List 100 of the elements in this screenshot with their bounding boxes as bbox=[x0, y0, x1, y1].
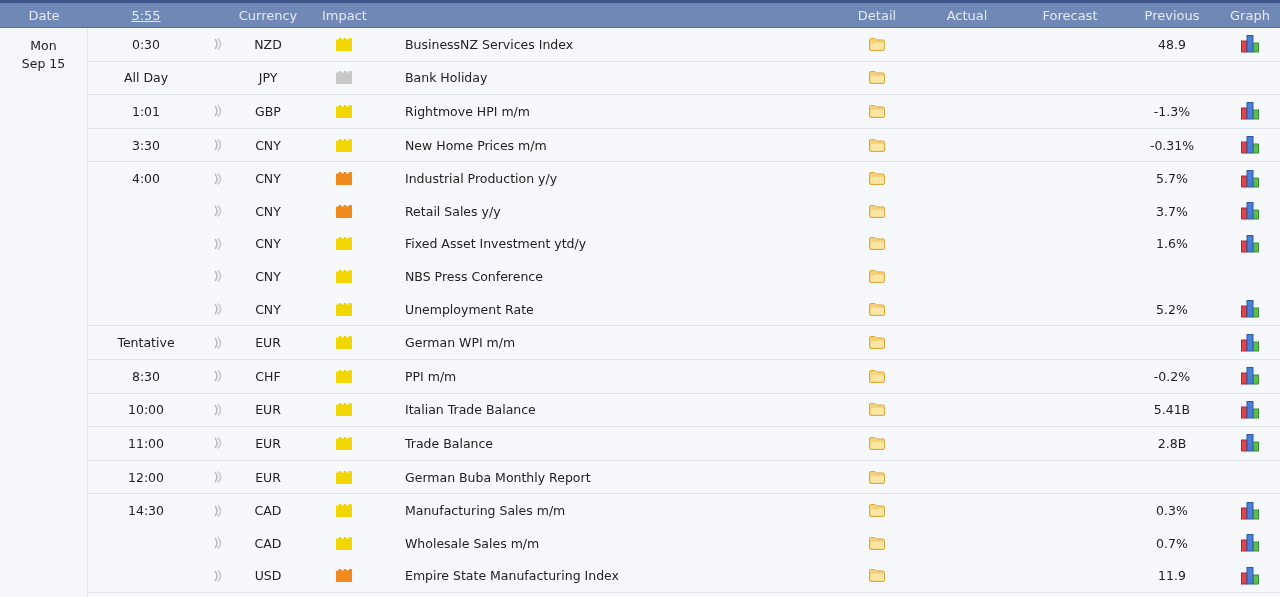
previous-value: 3.7% bbox=[1156, 203, 1188, 219]
event-time: 10:00 bbox=[128, 402, 164, 418]
currency-code: USD bbox=[254, 568, 282, 584]
previous-value: 0.3% bbox=[1156, 503, 1188, 519]
sound-icon[interactable] bbox=[213, 205, 223, 218]
event-title[interactable]: Manufacturing Sales m/m bbox=[405, 503, 566, 519]
folder-icon[interactable] bbox=[869, 71, 885, 85]
column-header: Detail bbox=[857, 7, 897, 23]
sound-icon[interactable] bbox=[213, 537, 223, 550]
event-title[interactable]: German Buba Monthly Report bbox=[405, 469, 591, 485]
event-title[interactable]: Empire State Manufacturing Index bbox=[405, 568, 619, 584]
folder-icon[interactable] bbox=[869, 436, 885, 450]
currency-code: CNY bbox=[255, 203, 281, 219]
currency-code: CNY bbox=[255, 301, 281, 317]
previous-value: -0.2% bbox=[1153, 368, 1191, 384]
event-title[interactable]: Wholesale Sales m/m bbox=[405, 535, 540, 551]
event-time: 4:00 bbox=[131, 171, 161, 187]
event-time: 11:00 bbox=[128, 435, 164, 451]
folder-icon[interactable] bbox=[869, 369, 885, 383]
column-header: Graph bbox=[1230, 7, 1270, 23]
folder-icon[interactable] bbox=[869, 403, 885, 417]
previous-value: 1.6% bbox=[1156, 236, 1188, 252]
folder-icon[interactable] bbox=[869, 204, 885, 218]
sound-icon[interactable] bbox=[213, 172, 223, 185]
bar-chart-icon[interactable] bbox=[1241, 566, 1259, 585]
folder-icon[interactable] bbox=[869, 237, 885, 251]
sound-icon[interactable] bbox=[213, 237, 223, 250]
sound-icon[interactable] bbox=[213, 569, 223, 582]
folder-icon[interactable] bbox=[869, 269, 885, 283]
folder-icon[interactable] bbox=[869, 105, 885, 118]
column-header: Previous bbox=[1144, 7, 1200, 23]
event-title[interactable]: PPI m/m bbox=[405, 368, 457, 384]
bar-chart-icon[interactable] bbox=[1241, 234, 1259, 253]
currency-code: JPY bbox=[258, 70, 278, 86]
bar-chart-icon[interactable] bbox=[1241, 434, 1259, 453]
bar-chart-icon[interactable] bbox=[1241, 501, 1259, 520]
sound-icon[interactable] bbox=[213, 370, 223, 383]
column-header: Actual bbox=[946, 7, 988, 23]
event-title[interactable]: Italian Trade Balance bbox=[405, 402, 536, 418]
sound-icon[interactable] bbox=[213, 336, 223, 349]
previous-value: -1.3% bbox=[1153, 104, 1191, 119]
folder-icon[interactable] bbox=[869, 302, 885, 316]
folder-icon[interactable] bbox=[869, 336, 885, 350]
day-label: Mon bbox=[30, 37, 57, 55]
column-header: Date bbox=[28, 7, 60, 23]
bar-chart-icon[interactable] bbox=[1241, 333, 1259, 352]
event-title[interactable]: Industrial Production y/y bbox=[405, 171, 558, 187]
column-header: Forecast bbox=[1042, 7, 1098, 23]
previous-value: 11.9 bbox=[1158, 568, 1186, 584]
column-header: Impact bbox=[322, 7, 367, 23]
sound-icon[interactable] bbox=[213, 471, 223, 483]
currency-code: CNY bbox=[255, 268, 281, 284]
bar-chart-icon[interactable] bbox=[1241, 400, 1259, 419]
currency-code: NZD bbox=[254, 36, 282, 52]
date-label: Sep 15 bbox=[21, 55, 66, 73]
currency-code: CNY bbox=[255, 171, 281, 187]
event-time: 1:01 bbox=[131, 104, 161, 119]
event-time: All Day bbox=[123, 70, 169, 86]
currency-code: CHF bbox=[255, 368, 281, 384]
event-title[interactable]: Fixed Asset Investment ytd/y bbox=[405, 236, 587, 252]
bar-chart-icon[interactable] bbox=[1241, 136, 1259, 155]
event-title[interactable]: German WPI m/m bbox=[405, 335, 516, 351]
sound-icon[interactable] bbox=[213, 105, 223, 118]
event-title[interactable]: BusinessNZ Services Index bbox=[405, 36, 574, 52]
event-time: 3:30 bbox=[131, 137, 161, 153]
event-title[interactable]: Rightmove HPI m/m bbox=[405, 104, 530, 119]
folder-icon[interactable] bbox=[869, 37, 885, 51]
event-time: 14:30 bbox=[128, 503, 164, 519]
bar-chart-icon[interactable] bbox=[1241, 102, 1259, 121]
event-title[interactable]: New Home Prices m/m bbox=[405, 137, 547, 153]
sound-icon[interactable] bbox=[213, 303, 223, 316]
sound-icon[interactable] bbox=[213, 270, 223, 283]
previous-value: 2.8B bbox=[1157, 435, 1187, 451]
event-title[interactable]: Retail Sales y/y bbox=[405, 203, 501, 219]
sound-icon[interactable] bbox=[213, 504, 223, 517]
sound-icon[interactable] bbox=[213, 403, 223, 416]
bar-chart-icon[interactable] bbox=[1241, 202, 1259, 221]
sound-icon[interactable] bbox=[213, 437, 223, 450]
sound-icon[interactable] bbox=[213, 139, 223, 152]
bar-chart-icon[interactable] bbox=[1241, 35, 1259, 54]
event-title[interactable]: Trade Balance bbox=[405, 435, 494, 451]
folder-icon[interactable] bbox=[869, 569, 885, 583]
currency-code: EUR bbox=[255, 435, 281, 451]
bar-chart-icon[interactable] bbox=[1241, 367, 1259, 386]
sound-icon[interactable] bbox=[213, 38, 223, 51]
folder-icon[interactable] bbox=[869, 504, 885, 518]
event-time: 12:00 bbox=[128, 469, 164, 485]
event-time: 8:30 bbox=[131, 368, 161, 384]
folder-icon[interactable] bbox=[869, 536, 885, 550]
event-title[interactable]: NBS Press Conference bbox=[405, 268, 543, 284]
event-title[interactable]: Bank Holiday bbox=[405, 70, 488, 86]
bar-chart-icon[interactable] bbox=[1241, 169, 1259, 188]
folder-icon[interactable] bbox=[869, 172, 885, 186]
bar-chart-icon[interactable] bbox=[1241, 534, 1259, 553]
previous-value: 5.2% bbox=[1156, 301, 1188, 317]
bar-chart-icon[interactable] bbox=[1241, 300, 1259, 319]
currency-code: EUR bbox=[255, 335, 281, 351]
folder-icon[interactable] bbox=[869, 138, 885, 152]
folder-icon[interactable] bbox=[869, 470, 885, 484]
event-title[interactable]: Unemployment Rate bbox=[405, 301, 534, 317]
